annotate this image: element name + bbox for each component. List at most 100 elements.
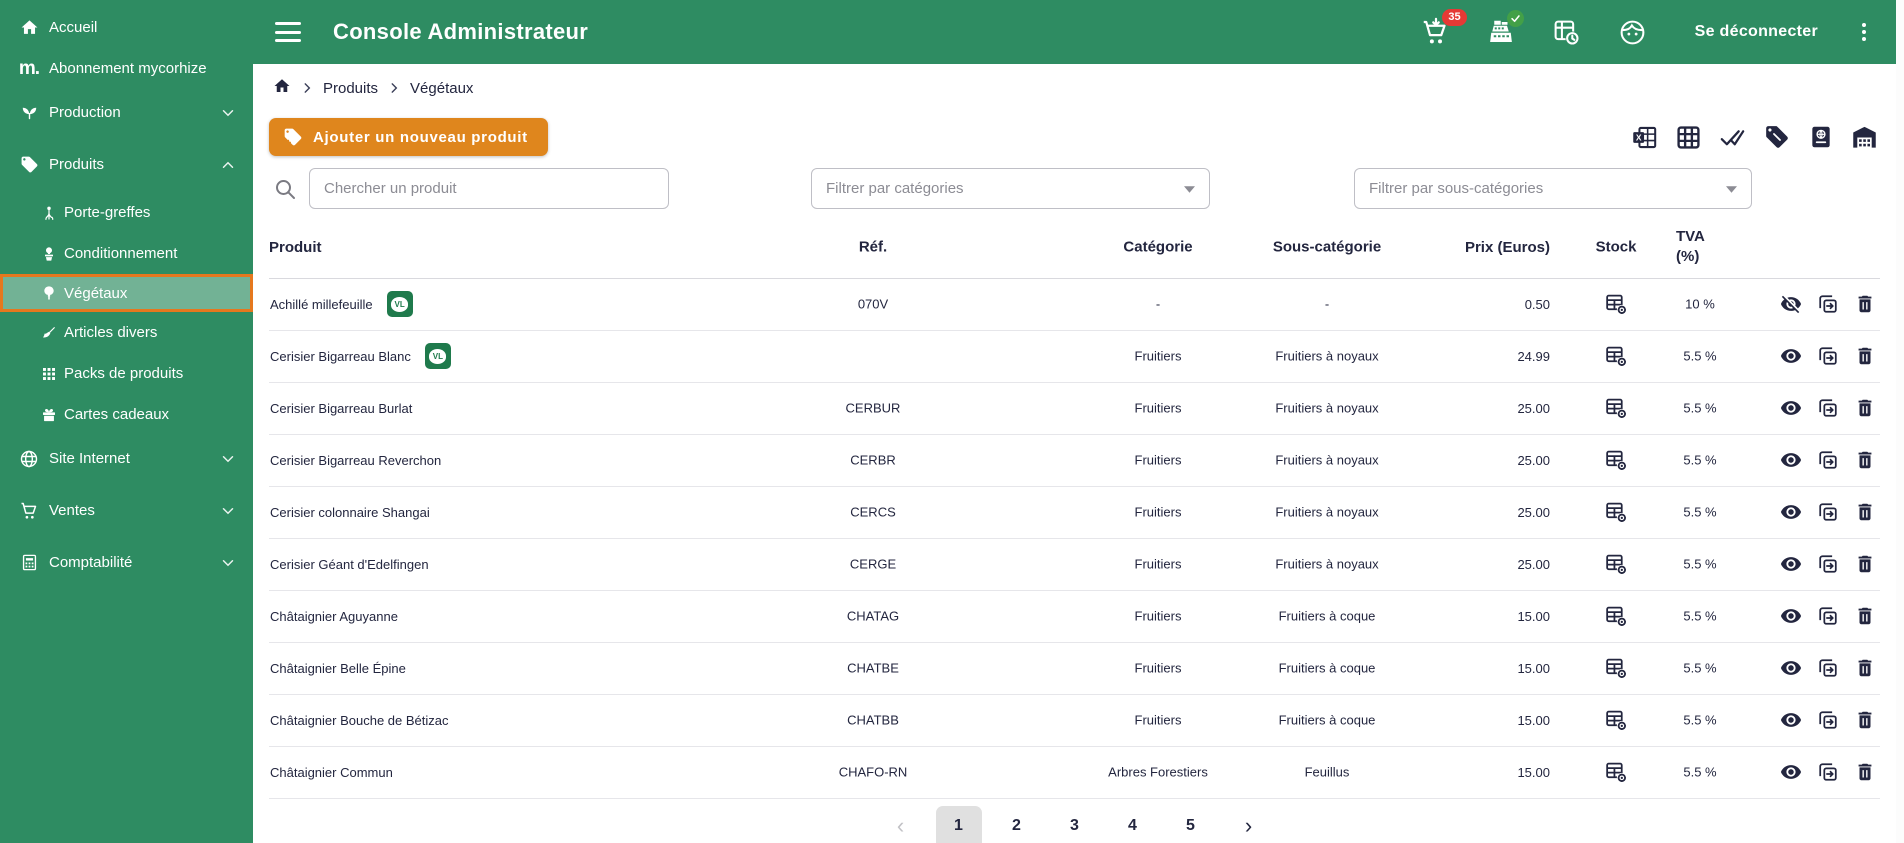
sidebar-item-cartes-cadeaux[interactable]: Cartes cadeaux [0,394,253,435]
table-row[interactable]: Achillé millefeuille VL 070V - - 0.50 10… [269,278,1880,331]
delete-icon[interactable] [1854,397,1876,419]
sidebar-item-porte-greffes[interactable]: Porte-greffes [0,192,253,233]
duplicate-icon[interactable] [1817,449,1839,471]
stock-settings-icon[interactable] [1604,552,1629,577]
breadcrumb-produits[interactable]: Produits [323,80,378,97]
next-page-button[interactable]: › [1226,806,1272,843]
stock-settings-icon[interactable] [1604,448,1629,473]
stock-settings-icon[interactable] [1604,708,1629,733]
delete-icon[interactable] [1854,657,1876,679]
tag-plus-icon [283,127,303,147]
visibility-icon[interactable] [1780,449,1802,471]
duplicate-icon[interactable] [1817,345,1839,367]
subcategory-filter-select[interactable]: Filtrer par sous-catégories [1354,168,1752,209]
sidebar-item-packs-de-produits[interactable]: Packs de produits [0,353,253,394]
sidebar-item-accueil[interactable]: Accueil [0,7,253,48]
cart-download-icon[interactable]: 35 [1419,9,1467,48]
kebab-menu-icon[interactable] [1858,19,1870,45]
breadcrumb-vegetaux[interactable]: Végétaux [410,80,473,97]
stock-settings-icon[interactable] [1604,604,1629,629]
delete-icon[interactable] [1854,761,1876,783]
sidebar-item-articles-divers[interactable]: Articles divers [0,312,253,353]
category-filter-select[interactable]: Filtrer par catégories [811,168,1210,209]
visibility-icon[interactable] [1780,397,1802,419]
warehouse-icon[interactable] [1851,124,1878,151]
sidebar-item-vegetaux[interactable]: Végétaux [0,274,253,312]
visibility-icon[interactable] [1780,501,1802,523]
stock-settings-icon[interactable] [1604,760,1629,785]
delete-icon[interactable] [1854,553,1876,575]
product-name: Cerisier Bigarreau Burlat [270,400,413,416]
delete-icon[interactable] [1854,345,1876,367]
table-row[interactable]: Cerisier Bigarreau Burlat CERBUR Fruitie… [269,382,1880,435]
table-row[interactable]: Cerisier Bigarreau Blanc VL Fruitiers Fr… [269,330,1880,383]
face-icon[interactable] [1617,16,1649,48]
cash-register-icon[interactable] [1485,10,1524,48]
stock-settings-icon[interactable] [1604,656,1629,681]
visibility-off-icon[interactable] [1780,293,1802,315]
visibility-icon[interactable] [1780,605,1802,627]
home-icon[interactable] [273,77,291,99]
stock-settings-icon[interactable] [1604,500,1629,525]
menu-icon[interactable] [275,22,301,42]
delete-icon[interactable] [1854,501,1876,523]
page-button-1[interactable]: 1 [935,805,982,843]
page-button-5[interactable]: 5 [1168,806,1214,843]
sidebar-item-comptabilite[interactable]: Comptabilité [0,542,253,583]
table-row[interactable]: Cerisier colonnaire Shangai CERCS Fruiti… [269,486,1880,539]
passport-icon[interactable] [1807,124,1834,151]
sidebar-item-abonnement-mycorhize[interactable]: m. Abonnement mycorhize [0,48,253,89]
double-check-icon[interactable] [1719,124,1746,151]
duplicate-icon[interactable] [1817,293,1839,315]
table-row[interactable]: Châtaignier Belle Épine CHATBE Fruitiers… [269,642,1880,695]
sidebar-item-conditionnement[interactable]: Conditionnement [0,233,253,274]
duplicate-icon[interactable] [1817,709,1839,731]
product-tva: 10 % [1685,296,1715,312]
product-ref: CHAFO-RN [838,764,908,780]
visibility-icon[interactable] [1780,709,1802,731]
table-grid-icon[interactable] [1675,124,1702,151]
sidebar-item-site-internet[interactable]: Site Internet [0,438,253,479]
duplicate-icon[interactable] [1817,553,1839,575]
sidebar-item-production[interactable]: Production [0,92,253,133]
delete-icon[interactable] [1854,605,1876,627]
table-row[interactable]: Cerisier Bigarreau Reverchon CERBR Fruit… [269,434,1880,487]
table-row[interactable]: Châtaignier Commun CHAFO-RN Arbres Fores… [269,746,1880,799]
column-header-prix: Prix (Euros) [1382,217,1556,279]
duplicate-icon[interactable] [1817,761,1839,783]
delete-icon[interactable] [1854,293,1876,315]
visibility-icon[interactable] [1780,761,1802,783]
duplicate-icon[interactable] [1817,657,1839,679]
page-button-3[interactable]: 3 [1052,806,1098,843]
previous-page-button[interactable]: ‹ [878,806,924,843]
sidebar-item-produits[interactable]: Produits [0,144,253,185]
visibility-icon[interactable] [1780,657,1802,679]
duplicate-icon[interactable] [1817,501,1839,523]
excel-export-icon[interactable]: X [1631,124,1658,151]
table-row[interactable]: Cerisier Géant d'Edelfingen CERGE Fruiti… [269,538,1880,591]
delete-icon[interactable] [1854,709,1876,731]
duplicate-icon[interactable] [1817,397,1839,419]
stock-settings-icon[interactable] [1604,396,1629,421]
tag-icon[interactable] [1763,124,1790,151]
visibility-icon[interactable] [1780,553,1802,575]
sidebar-item-label: Articles divers [64,324,158,341]
page-button-2[interactable]: 2 [994,806,1040,843]
product-ref: CERGE [849,556,897,572]
table-row[interactable]: Châtaignier Bouche de Bétizac CHATBB Fru… [269,694,1880,747]
search-input[interactable] [309,168,669,209]
sidebar-item-label: Comptabilité [49,554,133,571]
column-header-ref: Réf. [702,217,1044,279]
scrollbar[interactable] [1896,0,1904,843]
table-clock-icon[interactable] [1551,16,1583,48]
stock-settings-icon[interactable] [1604,344,1629,369]
sidebar-item-ventes[interactable]: Ventes [0,490,253,531]
duplicate-icon[interactable] [1817,605,1839,627]
add-product-button[interactable]: Ajouter un nouveau produit [269,118,548,156]
page-button-4[interactable]: 4 [1110,806,1156,843]
delete-icon[interactable] [1854,449,1876,471]
visibility-icon[interactable] [1780,345,1802,367]
logout-button[interactable]: Se déconnecter [1695,23,1818,41]
table-row[interactable]: Châtaignier Aguyanne CHATAG Fruitiers Fr… [269,590,1880,643]
stock-settings-icon[interactable] [1604,292,1629,317]
